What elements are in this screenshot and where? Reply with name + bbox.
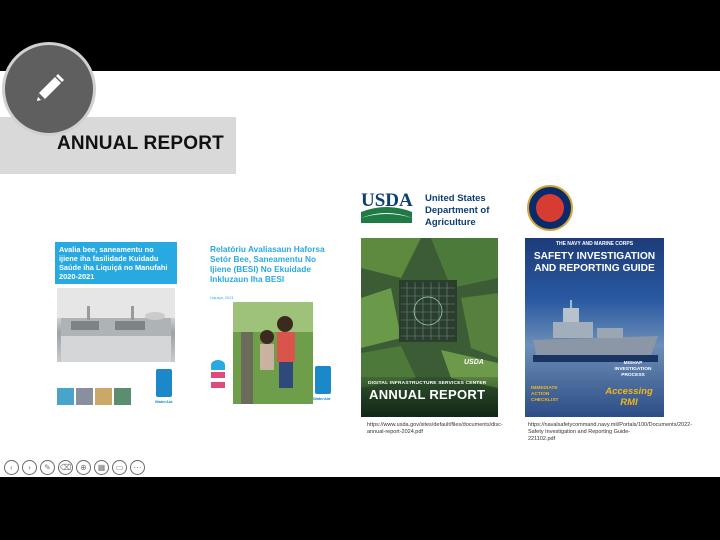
slideshow-toolbar: ‹ › ✎ ⌫ ⊕ ▦ ▭ ⋯ (4, 460, 145, 475)
wateraid-logo-text: WaterAid (155, 399, 173, 404)
report-cover-navy-safety[interactable]: THE NAVY AND MARINE CORPS SAFETY INVESTI… (525, 238, 664, 417)
cover2-subtitle: Liquiçá, 2021 (210, 295, 234, 300)
edit-button[interactable] (2, 42, 96, 136)
usda-agency-line: Agriculture (425, 217, 476, 228)
previous-slide-button[interactable]: ‹ (4, 460, 19, 475)
more-options-button[interactable]: ⋯ (130, 460, 145, 475)
cover3-small-title: DIGITAL INFRASTRUCTURE SERVICES CENTER (368, 381, 487, 386)
cover4-left-text: IMMEDIATE ACTION CHECKLIST (531, 386, 559, 403)
report-cover-usda-annual[interactable]: USDA DIGITAL INFRASTRUCTURE SERVICES CEN… (361, 238, 498, 417)
next-slide-button[interactable]: › (22, 460, 37, 475)
usda-logo: USDA (360, 188, 414, 229)
slide: ANNUAL REPORT Avalia bee, saneamentu no … (0, 71, 720, 477)
usda-agency-line: United States (425, 193, 486, 204)
usda-caption-link[interactable]: https://www.usda.gov/sites/default/files… (367, 422, 503, 436)
cover2-photo (233, 302, 313, 404)
see-all-slides-button[interactable]: ▦ (94, 460, 109, 475)
wateraid-logo (156, 369, 172, 397)
usda-agency-line: Department of (425, 205, 490, 216)
wateraid-logo-2 (315, 366, 331, 394)
cover4-title-line: SAFETY INVESTIGATION (533, 251, 656, 262)
cover1-heading: Avalia bee, saneamentu no ijiene iha fas… (55, 242, 177, 284)
cover2-title: Relatóriu Avaliasaun Haforsa Setór Bee, … (210, 244, 325, 284)
cover2-drop-icon (211, 360, 225, 370)
navy-caption-link[interactable]: https://navalsafetycommand.navy.mil/Port… (528, 422, 692, 443)
highlighter-button[interactable]: ⌫ (58, 460, 73, 475)
pencil-icon (37, 74, 64, 101)
cover4-accessing-rmi: Accessing RMI (605, 386, 653, 408)
cover2-bar-pink (211, 372, 225, 378)
report-cover-wash-assessment[interactable]: Avalia bee, saneamentu no ijiene iha fas… (55, 242, 177, 408)
cover3-usda-mark: USDA (464, 359, 484, 366)
cover4-right-text: MISHAP INVESTIGATION PROCESS (614, 361, 652, 378)
subtitles-button[interactable]: ▭ (112, 460, 127, 475)
navy-safety-seal (527, 185, 573, 231)
cover4-ship-image (533, 300, 658, 362)
cover1-photo (57, 288, 175, 362)
cover1-icon-row (57, 388, 131, 405)
zoom-button[interactable]: ⊕ (76, 460, 91, 475)
cover4-title: SAFETY INVESTIGATION AND REPORTING GUIDE (525, 251, 664, 275)
cover4-top-line: THE NAVY AND MARINE CORPS (555, 241, 634, 247)
cover4-title-line: AND REPORTING GUIDE (534, 263, 655, 274)
slide-title: ANNUAL REPORT (57, 133, 224, 154)
cover3-big-title: ANNUAL REPORT (369, 387, 486, 402)
wateraid-logo-text-2: WaterAid (313, 396, 331, 401)
cover2-bar-pink-2 (211, 382, 225, 388)
report-cover-besi-assessment[interactable]: Relatóriu Avaliasaun Haforsa Setór Bee, … (207, 242, 334, 408)
usda-agency-name: United States Department of Agriculture (425, 193, 489, 229)
pen-tool-button[interactable]: ✎ (40, 460, 55, 475)
